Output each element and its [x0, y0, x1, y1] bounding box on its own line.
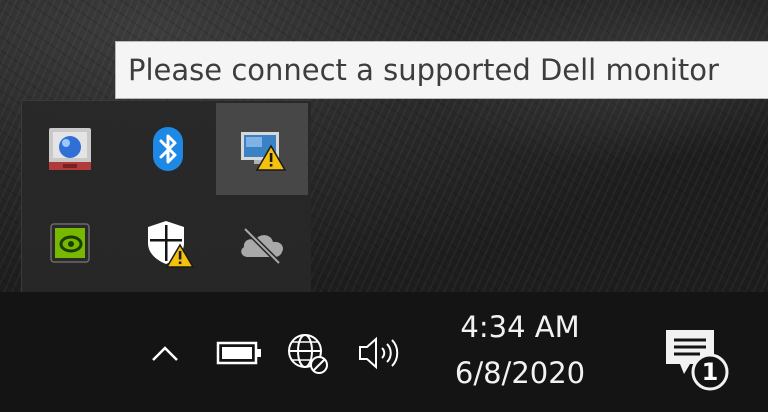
clock-time: 4:34 AM: [460, 310, 580, 344]
tray-icon-network-app[interactable]: [24, 103, 116, 195]
tray-overflow-panel: [21, 100, 311, 292]
network-globe-app-icon: [49, 128, 91, 170]
tray-icon-dell-display[interactable]: [216, 103, 308, 195]
taskbar: 4:34 AM 6/8/2020 1: [0, 292, 768, 412]
tray-icon-bluetooth[interactable]: [122, 103, 214, 195]
bluetooth-icon: [153, 127, 183, 171]
onedrive-offline-icon: [241, 227, 283, 265]
nvidia-icon: [50, 223, 90, 263]
clock-button[interactable]: 4:34 AM 6/8/2020: [430, 300, 610, 404]
network-globe-icon: [288, 334, 328, 374]
clock-date: 6/8/2020: [454, 356, 586, 390]
tray-icon-onedrive[interactable]: [216, 197, 308, 289]
speaker-volume-icon: [359, 336, 399, 370]
battery-icon: [216, 341, 261, 365]
notification-icon: [666, 330, 729, 391]
tooltip: Please connect a supported Dell monitor: [115, 41, 768, 99]
tray-icon-nvidia[interactable]: [24, 197, 116, 289]
tooltip-text: Please connect a supported Dell monitor: [128, 53, 719, 87]
windows-security-warning-icon: [148, 221, 194, 268]
tray-icon-windows-security[interactable]: [122, 197, 214, 289]
battery-button[interactable]: [212, 330, 268, 376]
volume-button[interactable]: [352, 328, 408, 378]
action-center-button[interactable]: 1: [652, 320, 742, 396]
chevron-up-icon: [152, 346, 178, 361]
network-button[interactable]: [280, 326, 336, 382]
notification-count-badge: 1: [701, 358, 719, 386]
dell-display-warning-icon: [241, 132, 287, 171]
show-hidden-icons-button[interactable]: [140, 328, 190, 378]
